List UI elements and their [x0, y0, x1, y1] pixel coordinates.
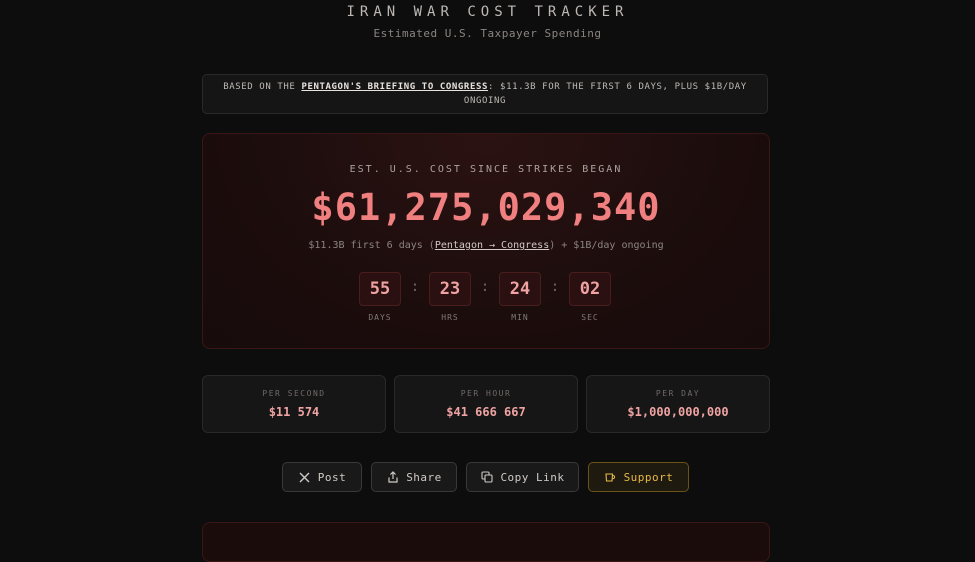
timer-seconds-label: SEC [581, 313, 599, 322]
pentagon-briefing-link[interactable]: PENTAGON'S BRIEFING TO CONGRESS [301, 82, 488, 92]
page-subtitle: Estimated U.S. Taxpayer Spending [373, 27, 602, 40]
stat-label: PER DAY [655, 389, 701, 398]
share-label: Share [406, 470, 442, 484]
lower-panel [202, 522, 770, 562]
share-button[interactable]: Share [371, 462, 457, 492]
timer-days: 55 [359, 272, 401, 306]
cost-hero-card: EST. U.S. COST SINCE STRIKES BEGAN $61,2… [202, 133, 770, 349]
stat-per-hour: PER HOUR $41 666 667 [394, 375, 578, 433]
timer-hours: 23 [429, 272, 471, 306]
timer-minutes-label: MIN [511, 313, 529, 322]
elapsed-timer: 55 DAYS : 23 HRS : 24 MIN : 02 SEC [359, 272, 615, 324]
x-logo-icon [298, 471, 311, 484]
post-button[interactable]: Post [282, 462, 362, 492]
copy-icon [480, 471, 493, 484]
stat-value: $11 574 [268, 405, 320, 419]
timer-separator: : [550, 279, 560, 295]
coffee-icon [604, 471, 617, 484]
copy-link-button[interactable]: Copy Link [466, 462, 579, 492]
timer-days-label: DAYS [368, 313, 392, 322]
notice-prefix: BASED ON THE [223, 82, 302, 92]
timer-separator: : [480, 279, 490, 295]
page-title: IRAN WAR COST TRACKER [346, 4, 629, 20]
stat-per-second: PER SECOND $11 574 [202, 375, 386, 433]
share-icon [386, 471, 399, 484]
notice-suffix: : $11.3B FOR THE FIRST 6 DAYS, PLUS $1B/… [463, 82, 747, 106]
stat-per-day: PER DAY $1,000,000,000 [586, 375, 770, 433]
hero-note-prefix: $11.3B first 6 days ( [308, 240, 435, 251]
stat-label: PER HOUR [460, 389, 512, 398]
timer-seconds: 02 [569, 272, 611, 306]
pentagon-congress-link[interactable]: Pentagon → Congress [435, 240, 549, 251]
hero-note-suffix: ) + $1B/day ongoing [549, 240, 664, 251]
total-cost-amount: $61,275,029,340 [311, 186, 661, 229]
hero-note: $11.3B first 6 days (Pentagon → Congress… [203, 240, 769, 251]
stat-label: PER SECOND [262, 389, 326, 398]
copy-link-label: Copy Link [500, 470, 565, 484]
timer-minutes: 24 [499, 272, 541, 306]
hero-label: EST. U.S. COST SINCE STRIKES BEGAN [349, 164, 623, 175]
source-notice: BASED ON THE PENTAGON'S BRIEFING TO CONG… [202, 74, 768, 114]
timer-hours-label: HRS [441, 313, 459, 322]
stat-value: $41 666 667 [446, 405, 526, 419]
post-label: Post [317, 470, 347, 484]
support-label: Support [623, 470, 674, 484]
timer-separator: : [410, 279, 420, 295]
stat-value: $1,000,000,000 [627, 405, 729, 419]
support-button[interactable]: Support [588, 462, 689, 492]
